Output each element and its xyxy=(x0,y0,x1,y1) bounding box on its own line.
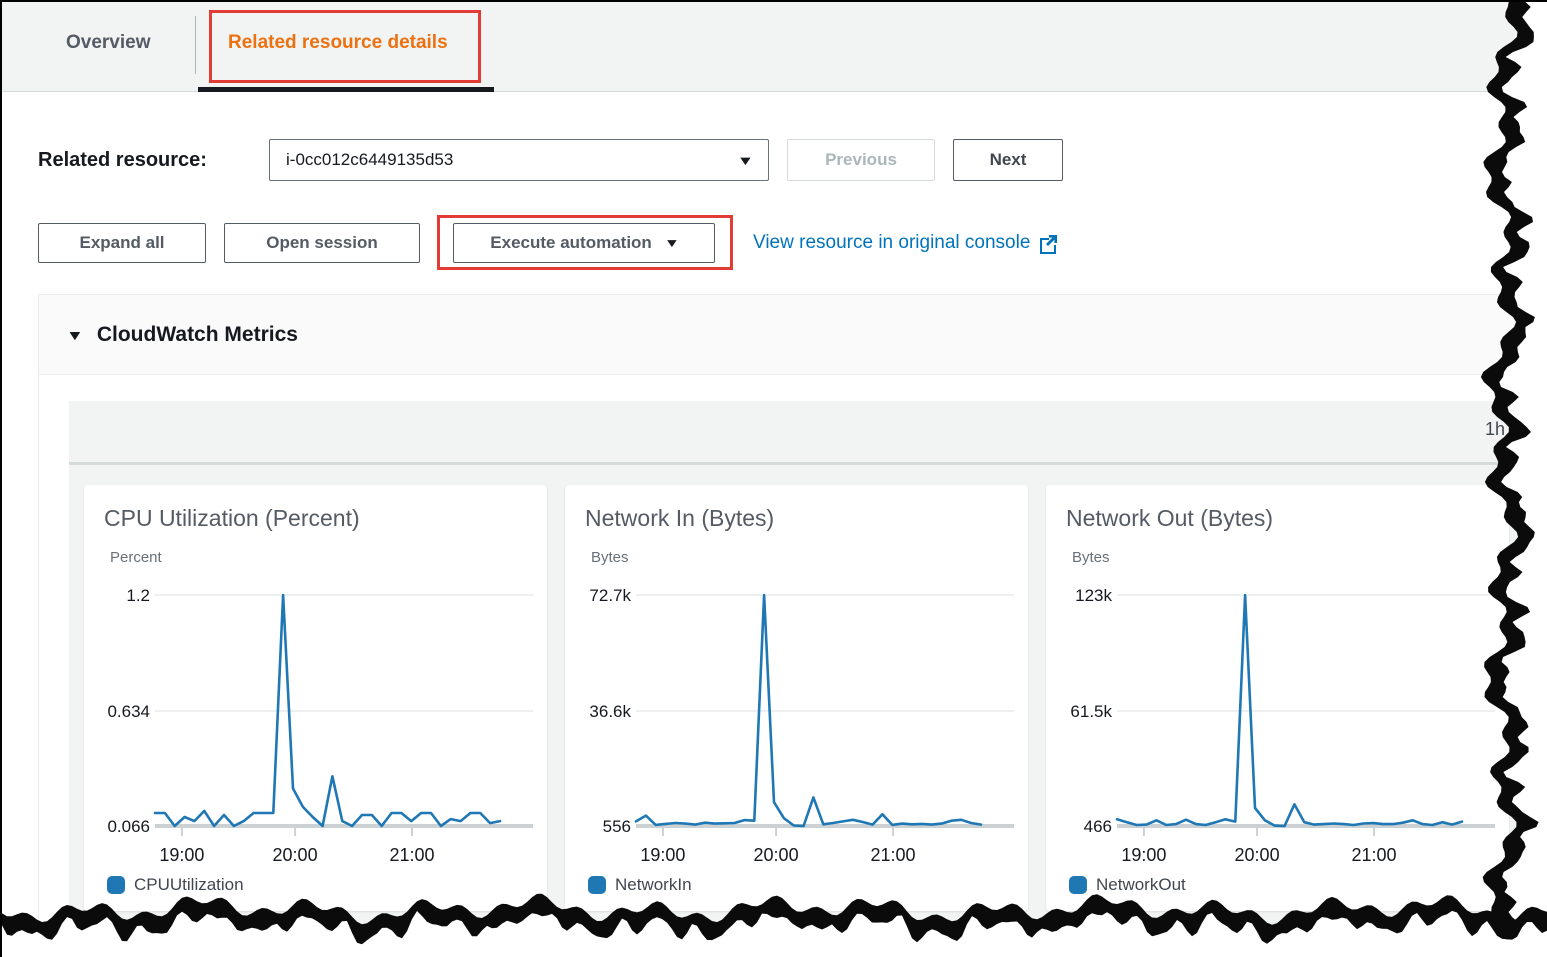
network-out-chart: 19:00 20:00 21:00 123k 61.5k 466 xyxy=(1046,573,1509,873)
svg-text:61.5k: 61.5k xyxy=(1070,702,1112,721)
cloudwatch-metrics-panel: ▼ CloudWatch Metrics 1h CPU Utilization … xyxy=(38,294,1547,957)
related-resource-select[interactable]: i-0cc012c6449135d53 ▼ xyxy=(269,139,769,181)
metrics-widget: 1h CPU Utilization (Percent) Percent 19:… xyxy=(69,401,1547,957)
chart-title: Network In (Bytes) xyxy=(585,505,774,532)
metrics-widget-toolbar: 1h xyxy=(69,401,1547,465)
chevron-down-icon: ▼ xyxy=(664,236,680,250)
legend-swatch-icon xyxy=(1069,876,1087,894)
legend-label: CPUUtilization xyxy=(134,875,244,895)
svg-text:20:00: 20:00 xyxy=(754,845,799,865)
svg-text:19:00: 19:00 xyxy=(159,845,204,865)
chart-card-network-in: Network In (Bytes) Bytes 19:00 20:00 21:00… xyxy=(565,485,1028,911)
legend-label: NetworkOut xyxy=(1096,875,1186,895)
related-resource-details-page: Overview Related resource details Relate… xyxy=(0,0,1547,957)
section-title: CloudWatch Metrics xyxy=(97,323,298,347)
cpu-utilization-chart: 19:00 20:00 21:00 1.2 0.634 0.066 xyxy=(84,573,547,873)
svg-text:0.066: 0.066 xyxy=(107,817,150,836)
cloudwatch-metrics-header[interactable]: ▼ CloudWatch Metrics xyxy=(39,295,1547,375)
execute-automation-label: Execute automation xyxy=(490,233,652,253)
svg-text:556: 556 xyxy=(603,817,631,836)
chevron-down-icon: ▼ xyxy=(737,153,754,168)
legend-label: NetworkIn xyxy=(615,875,692,895)
chart-card-network-out: Network Out (Bytes) Bytes 19:00 20:00 21:0… xyxy=(1046,485,1509,911)
external-link-icon xyxy=(1038,233,1059,254)
execute-automation-button[interactable]: Execute automation ▼ xyxy=(453,223,715,263)
svg-text:36.6k: 36.6k xyxy=(589,702,631,721)
svg-text:72.7k: 72.7k xyxy=(589,586,631,605)
open-session-button[interactable]: Open session xyxy=(224,223,420,263)
svg-text:0.634: 0.634 xyxy=(107,702,150,721)
tab-related-resource-details[interactable]: Related resource details xyxy=(228,32,448,54)
tab-bar: Overview Related resource details xyxy=(2,2,1547,92)
collapse-triangle-icon: ▼ xyxy=(66,327,84,343)
svg-text:19:00: 19:00 xyxy=(640,845,685,865)
related-resource-label: Related resource: xyxy=(38,139,207,181)
previous-button[interactable]: Previous xyxy=(787,139,935,181)
chart-legend: CPUUtilization xyxy=(107,875,244,895)
chart-y-axis-unit: Bytes xyxy=(1072,549,1110,566)
svg-text:19:00: 19:00 xyxy=(1121,845,1166,865)
chart-cards-row: CPU Utilization (Percent) Percent 19:00 2… xyxy=(84,485,1509,911)
legend-swatch-icon xyxy=(588,876,606,894)
network-in-chart: 19:00 20:00 21:00 72.7k 36.6k 556 xyxy=(565,573,1028,873)
active-tab-underline xyxy=(198,87,494,92)
chart-title: Network Out (Bytes) xyxy=(1066,505,1273,532)
svg-text:1.2: 1.2 xyxy=(126,586,150,605)
chart-title: CPU Utilization (Percent) xyxy=(104,505,360,532)
tab-overview[interactable]: Overview xyxy=(66,32,151,54)
chart-legend: NetworkIn xyxy=(588,875,692,895)
svg-text:123k: 123k xyxy=(1075,586,1112,605)
chart-y-axis-unit: Bytes xyxy=(591,549,629,566)
tab-divider xyxy=(195,16,196,74)
chart-y-axis-unit: Percent xyxy=(110,549,162,566)
time-range-1h[interactable]: 1h xyxy=(1485,419,1505,440)
svg-text:20:00: 20:00 xyxy=(1235,845,1280,865)
chart-legend: NetworkOut xyxy=(1069,875,1186,895)
legend-swatch-icon xyxy=(107,876,125,894)
svg-text:21:00: 21:00 xyxy=(390,845,435,865)
chart-card-cpu-utilization: CPU Utilization (Percent) Percent 19:00 2… xyxy=(84,485,547,911)
svg-text:21:00: 21:00 xyxy=(1352,845,1397,865)
related-resource-selected-value: i-0cc012c6449135d53 xyxy=(286,150,453,170)
view-resource-console-link[interactable]: View resource in original console xyxy=(753,223,1059,263)
svg-text:21:00: 21:00 xyxy=(871,845,916,865)
next-button[interactable]: Next xyxy=(953,139,1063,181)
expand-all-button[interactable]: Expand all xyxy=(38,223,206,263)
view-resource-console-label: View resource in original console xyxy=(753,232,1030,254)
svg-text:20:00: 20:00 xyxy=(273,845,318,865)
svg-text:466: 466 xyxy=(1084,817,1112,836)
